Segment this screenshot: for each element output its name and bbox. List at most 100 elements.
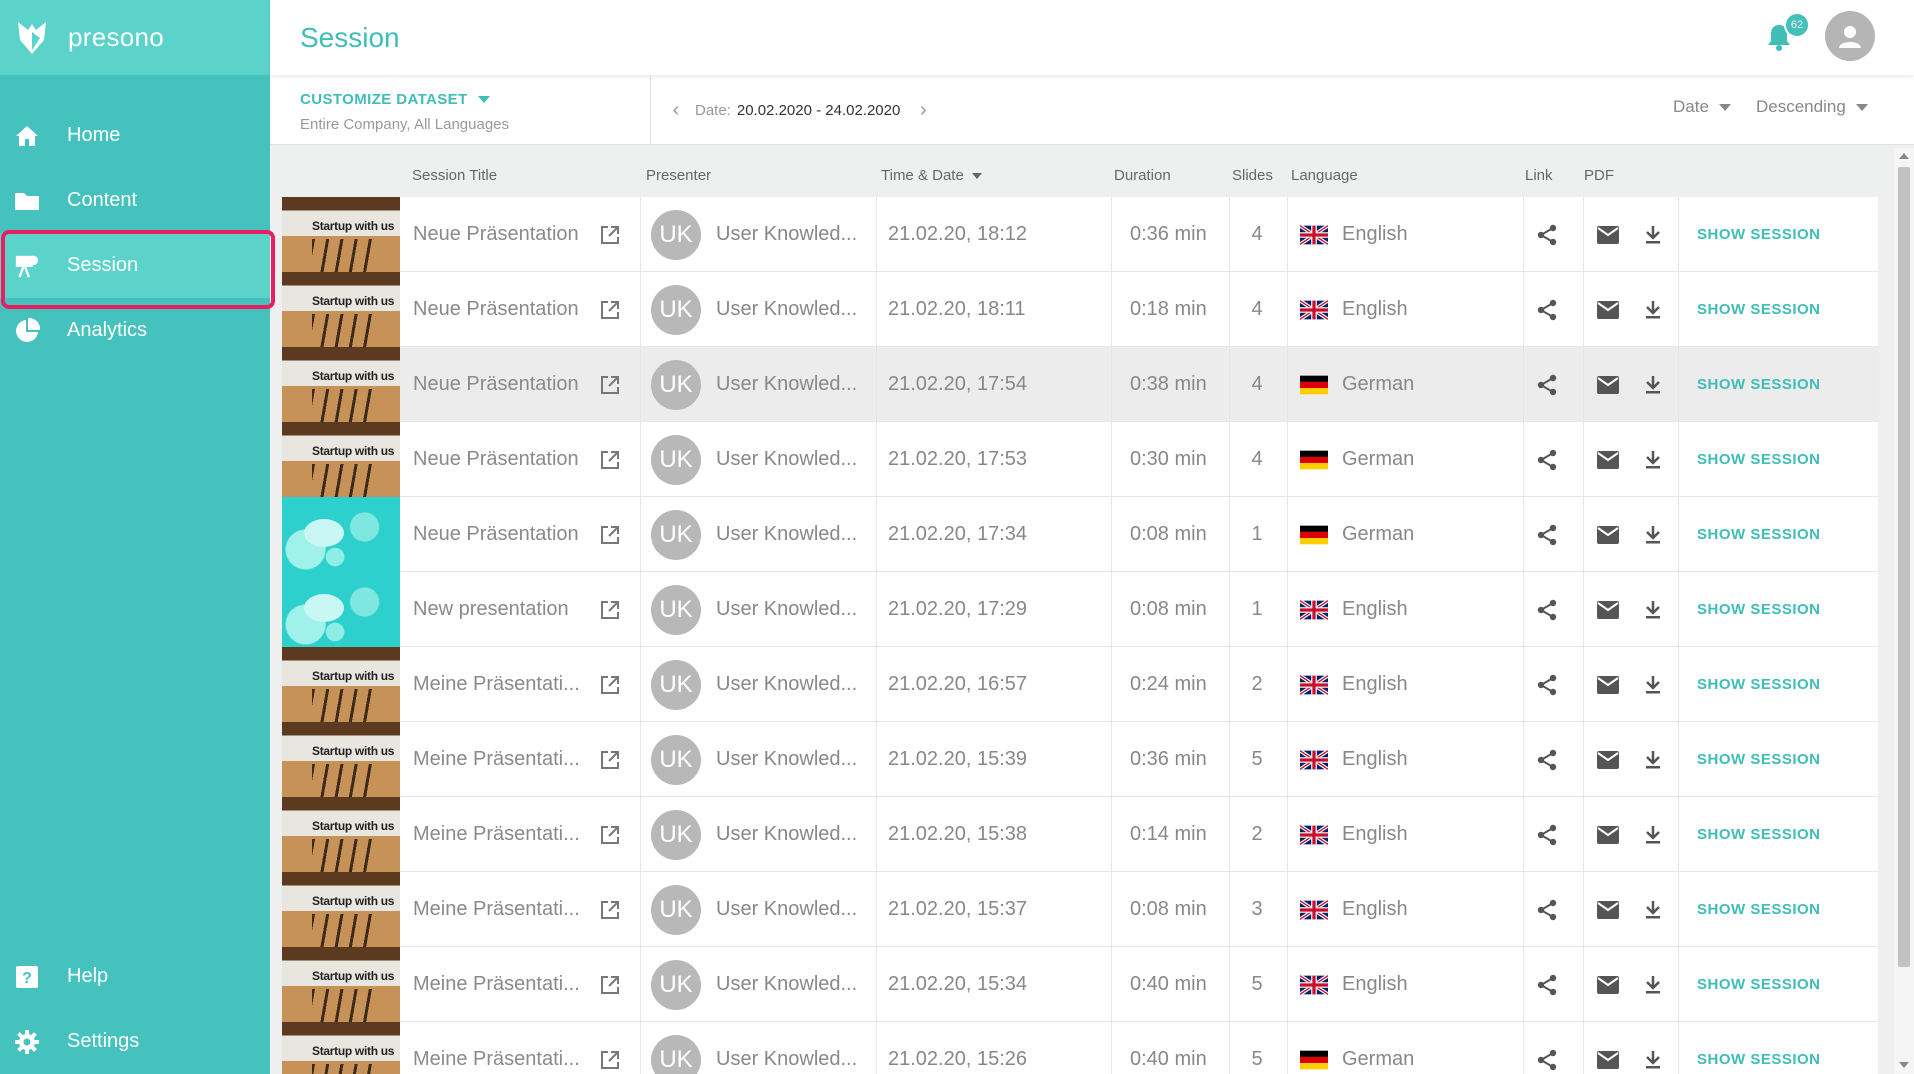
nav-item-help[interactable]: ? Help bbox=[0, 944, 270, 1009]
share-icon[interactable] bbox=[1535, 422, 1559, 497]
col-slides[interactable]: Slides bbox=[1232, 167, 1273, 184]
customize-dataset-button[interactable]: CUSTOMIZE DATASET bbox=[300, 91, 509, 108]
show-session-button[interactable]: SHOW SESSION bbox=[1697, 647, 1821, 722]
sort-order-select[interactable]: Descending bbox=[1756, 97, 1868, 117]
date-range[interactable]: 20.02.2020 - 24.02.2020 bbox=[737, 102, 900, 119]
download-icon[interactable] bbox=[1644, 647, 1662, 722]
open-external-icon[interactable] bbox=[600, 647, 620, 722]
chevron-right-icon[interactable]: › bbox=[912, 99, 934, 122]
email-icon[interactable] bbox=[1597, 197, 1619, 272]
session-thumbnail[interactable]: Startup with us bbox=[282, 272, 400, 347]
session-thumbnail[interactable]: Startup with us bbox=[282, 1022, 400, 1074]
open-external-icon[interactable] bbox=[600, 947, 620, 1022]
nav-item-analytics[interactable]: Analytics bbox=[0, 298, 270, 363]
show-session-button[interactable]: SHOW SESSION bbox=[1697, 197, 1821, 272]
email-icon[interactable] bbox=[1597, 1022, 1619, 1074]
notifications-button[interactable]: 62 bbox=[1762, 12, 1810, 58]
show-session-button[interactable]: SHOW SESSION bbox=[1697, 272, 1821, 347]
session-thumbnail[interactable]: Startup with us bbox=[282, 947, 400, 1022]
open-external-icon[interactable] bbox=[600, 422, 620, 497]
vertical-scrollbar[interactable] bbox=[1894, 147, 1914, 1074]
user-avatar[interactable] bbox=[1825, 11, 1875, 61]
show-session-button[interactable]: SHOW SESSION bbox=[1697, 497, 1821, 572]
col-language[interactable]: Language bbox=[1291, 167, 1358, 184]
show-session-button[interactable]: SHOW SESSION bbox=[1697, 422, 1821, 497]
show-session-button[interactable]: SHOW SESSION bbox=[1697, 797, 1821, 872]
col-presenter[interactable]: Presenter bbox=[646, 167, 711, 184]
logo-bar[interactable]: presono bbox=[0, 0, 270, 75]
download-icon[interactable] bbox=[1644, 272, 1662, 347]
download-icon[interactable] bbox=[1644, 497, 1662, 572]
download-icon[interactable] bbox=[1644, 797, 1662, 872]
open-external-icon[interactable] bbox=[600, 797, 620, 872]
download-icon[interactable] bbox=[1644, 422, 1662, 497]
session-thumbnail[interactable]: Startup with us bbox=[282, 422, 400, 497]
open-external-icon[interactable] bbox=[600, 572, 620, 647]
share-icon[interactable] bbox=[1535, 947, 1559, 1022]
share-icon[interactable] bbox=[1535, 347, 1559, 422]
table-row[interactable]: Startup with us Meine Präsentati... UK U… bbox=[282, 647, 1878, 722]
session-thumbnail[interactable]: Startup with us bbox=[282, 347, 400, 422]
share-icon[interactable] bbox=[1535, 722, 1559, 797]
open-external-icon[interactable] bbox=[600, 347, 620, 422]
scrollbar-thumb[interactable] bbox=[1898, 167, 1910, 967]
show-session-button[interactable]: SHOW SESSION bbox=[1697, 872, 1821, 947]
col-session-title[interactable]: Session Title bbox=[412, 167, 497, 184]
share-icon[interactable] bbox=[1535, 572, 1559, 647]
share-icon[interactable] bbox=[1535, 1022, 1559, 1074]
scroll-down-icon[interactable] bbox=[1899, 1062, 1909, 1068]
table-row[interactable]: Startup with us Neue Präsentation UK Use… bbox=[282, 422, 1878, 497]
session-thumbnail[interactable]: Startup with us bbox=[282, 722, 400, 797]
table-row[interactable]: Startup with us Neue Präsentation UK Use… bbox=[282, 197, 1878, 272]
download-icon[interactable] bbox=[1644, 197, 1662, 272]
email-icon[interactable] bbox=[1597, 647, 1619, 722]
open-external-icon[interactable] bbox=[600, 497, 620, 572]
session-thumbnail[interactable] bbox=[282, 497, 400, 572]
download-icon[interactable] bbox=[1644, 347, 1662, 422]
show-session-button[interactable]: SHOW SESSION bbox=[1697, 572, 1821, 647]
table-row[interactable]: Startup with us Meine Präsentati... UK U… bbox=[282, 1022, 1878, 1074]
open-external-icon[interactable] bbox=[600, 197, 620, 272]
nav-item-session[interactable]: Session bbox=[0, 230, 275, 309]
table-row[interactable]: New presentation UK User Knowled... 21.0… bbox=[282, 572, 1878, 647]
email-icon[interactable] bbox=[1597, 797, 1619, 872]
open-external-icon[interactable] bbox=[600, 872, 620, 947]
download-icon[interactable] bbox=[1644, 1022, 1662, 1074]
download-icon[interactable] bbox=[1644, 722, 1662, 797]
email-icon[interactable] bbox=[1597, 722, 1619, 797]
table-row[interactable]: Startup with us Meine Präsentati... UK U… bbox=[282, 872, 1878, 947]
email-icon[interactable] bbox=[1597, 422, 1619, 497]
email-icon[interactable] bbox=[1597, 272, 1619, 347]
show-session-button[interactable]: SHOW SESSION bbox=[1697, 947, 1821, 1022]
download-icon[interactable] bbox=[1644, 572, 1662, 647]
table-row[interactable]: Startup with us Meine Präsentati... UK U… bbox=[282, 797, 1878, 872]
share-icon[interactable] bbox=[1535, 872, 1559, 947]
share-icon[interactable] bbox=[1535, 497, 1559, 572]
open-external-icon[interactable] bbox=[600, 272, 620, 347]
nav-item-settings[interactable]: Settings bbox=[0, 1009, 270, 1074]
email-icon[interactable] bbox=[1597, 572, 1619, 647]
email-icon[interactable] bbox=[1597, 947, 1619, 1022]
share-icon[interactable] bbox=[1535, 272, 1559, 347]
sort-field-select[interactable]: Date bbox=[1673, 97, 1731, 117]
download-icon[interactable] bbox=[1644, 947, 1662, 1022]
table-row[interactable]: Startup with us Neue Präsentation UK Use… bbox=[282, 272, 1878, 347]
table-row[interactable]: Startup with us Neue Präsentation UK Use… bbox=[282, 347, 1878, 422]
show-session-button[interactable]: SHOW SESSION bbox=[1697, 722, 1821, 797]
share-icon[interactable] bbox=[1535, 797, 1559, 872]
session-thumbnail[interactable]: Startup with us bbox=[282, 197, 400, 272]
table-row[interactable]: Startup with us Meine Präsentati... UK U… bbox=[282, 947, 1878, 1022]
scroll-up-icon[interactable] bbox=[1899, 153, 1909, 159]
col-duration[interactable]: Duration bbox=[1114, 167, 1171, 184]
email-icon[interactable] bbox=[1597, 497, 1619, 572]
share-icon[interactable] bbox=[1535, 647, 1559, 722]
open-external-icon[interactable] bbox=[600, 722, 620, 797]
open-external-icon[interactable] bbox=[600, 1022, 620, 1074]
download-icon[interactable] bbox=[1644, 872, 1662, 947]
nav-item-home[interactable]: Home bbox=[0, 103, 270, 168]
chevron-left-icon[interactable]: ‹ bbox=[665, 99, 687, 122]
session-thumbnail[interactable] bbox=[282, 572, 400, 647]
session-thumbnail[interactable]: Startup with us bbox=[282, 647, 400, 722]
show-session-button[interactable]: SHOW SESSION bbox=[1697, 1022, 1821, 1074]
nav-item-content[interactable]: Content bbox=[0, 168, 270, 233]
